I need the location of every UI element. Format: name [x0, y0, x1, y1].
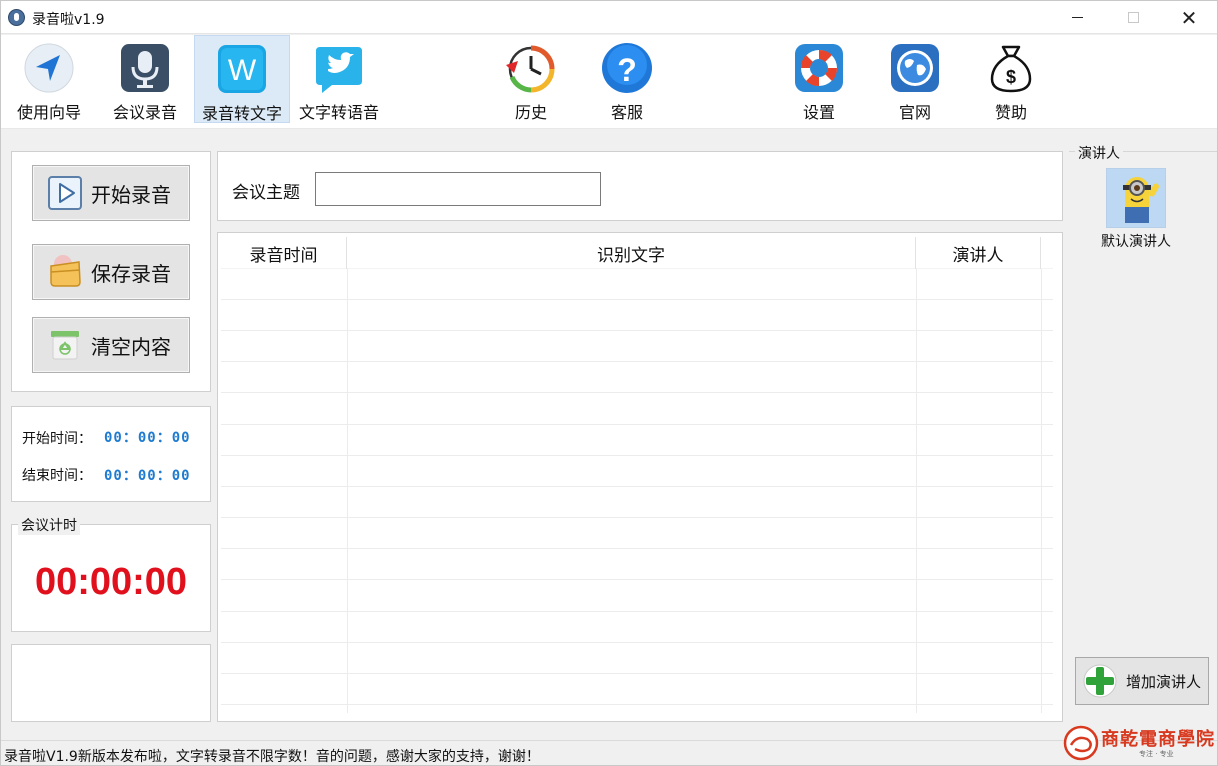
- svg-text:?: ?: [617, 52, 637, 88]
- minimize-button[interactable]: [1049, 1, 1105, 34]
- row-divider: [221, 673, 1053, 674]
- toolbar-speech-to-text-label: 录音转文字: [201, 104, 282, 123]
- watermark-text: 商乾電商學院: [1101, 729, 1215, 750]
- column-header-speaker[interactable]: 演讲人: [916, 237, 1041, 269]
- folder-save-icon: [50, 255, 81, 287]
- row-divider: [221, 392, 1053, 393]
- minion-avatar-icon: [1107, 169, 1165, 227]
- toolbar-support-label: 客服: [610, 103, 643, 122]
- row-divider: [221, 704, 1053, 705]
- title-bar: 录音啦v1.9 ✕: [1, 1, 1217, 34]
- row-divider: [221, 455, 1053, 456]
- navigation-arrow-icon: [24, 43, 74, 93]
- row-divider: [221, 517, 1053, 518]
- close-icon: ✕: [1180, 5, 1198, 30]
- row-divider: [221, 611, 1053, 612]
- main-toolbar: 使用向导 会议录音 W 录音转文字 文字转语音 历史 ? 客服 设置 官网 $ …: [1, 35, 1217, 129]
- bird-icon: [316, 47, 362, 93]
- add-speaker-button[interactable]: 增加演讲人: [1075, 657, 1209, 705]
- watermark-subtext: 专注 · 专业: [1139, 750, 1174, 758]
- microphone-icon: [121, 44, 169, 92]
- word-w-icon: W: [218, 45, 266, 93]
- toolbar-history-label: 历史: [514, 103, 547, 122]
- row-divider: [221, 424, 1053, 425]
- start-recording-button[interactable]: 开始录音: [32, 165, 190, 221]
- save-recording-label: 保存录音: [91, 261, 171, 286]
- toolbar-settings-button[interactable]: 设置: [771, 35, 867, 123]
- start-recording-label: 开始录音: [91, 182, 171, 207]
- meeting-timer-value: 00:00:00: [34, 561, 188, 603]
- row-divider: [221, 361, 1053, 362]
- start-time-label: 开始时间：: [22, 431, 92, 447]
- row-divider: [221, 642, 1053, 643]
- watermark-logo: 商乾電商學院 专注 · 专业: [1063, 723, 1217, 763]
- default-speaker-name: 默认演讲人: [1101, 234, 1171, 250]
- add-plus-icon: [1083, 664, 1117, 698]
- svg-text:$: $: [1006, 67, 1016, 87]
- column-divider: [916, 269, 917, 713]
- toolbar-text-to-speech-label: 文字转语音: [298, 103, 379, 122]
- svg-text:W: W: [228, 54, 257, 87]
- add-speaker-label: 增加演讲人: [1126, 672, 1202, 691]
- toolbar-sponsor-label: 赞助: [994, 103, 1027, 122]
- toolbar-sponsor-button[interactable]: $ 赞助: [963, 35, 1059, 123]
- globe-icon: [891, 44, 939, 92]
- meeting-timer-panel: 00:00:00: [11, 524, 211, 632]
- end-time-value: 00：00：00: [104, 468, 191, 484]
- toolbar-support-button[interactable]: ? 客服: [579, 35, 675, 123]
- recycle-bin-icon: [51, 331, 79, 360]
- money-bag-icon: $: [990, 45, 1032, 93]
- row-divider: [221, 299, 1053, 300]
- column-header-record-time[interactable]: 录音时间: [221, 237, 347, 269]
- meeting-topic-input[interactable]: [315, 172, 601, 206]
- toolbar-website-button[interactable]: 官网: [867, 35, 963, 123]
- status-bar: 录音啦V1.9新版本发布啦，文字转录音不限字数！音的问题，感谢大家的支持，谢谢！: [1, 740, 1217, 765]
- row-divider: [221, 579, 1053, 580]
- minimize-icon: [1071, 17, 1083, 18]
- watermark-emblem-icon: [1063, 725, 1099, 761]
- speakers-group-label: 演讲人: [1075, 143, 1123, 163]
- time-info-panel: 开始时间： 00：00：00 结束时间： 00：00：00: [11, 406, 211, 502]
- meeting-topic-panel: 会议主题: [217, 151, 1063, 221]
- column-header-recognized-text[interactable]: 识别文字: [347, 237, 916, 269]
- blank-info-panel: [11, 644, 211, 722]
- transcript-table[interactable]: 录音时间 识别文字 演讲人: [221, 237, 1053, 713]
- row-divider: [221, 330, 1053, 331]
- row-divider: [221, 548, 1053, 549]
- meeting-topic-label: 会议主题: [232, 183, 300, 203]
- window-title: 录音啦v1.9: [32, 12, 105, 28]
- status-message: 录音啦V1.9新版本发布啦，文字转录音不限字数！音的问题，感谢大家的支持，谢谢！: [4, 749, 540, 765]
- clear-content-label: 清空内容: [91, 334, 171, 359]
- toolbar-meeting-record-button[interactable]: 会议录音: [97, 35, 193, 123]
- toolbar-history-button[interactable]: 历史: [483, 35, 579, 123]
- history-clock-icon: [506, 45, 555, 93]
- transcript-table-header: 录音时间 识别文字 演讲人: [221, 237, 1053, 269]
- end-time-label: 结束时间：: [22, 468, 92, 484]
- app-microphone-icon: [8, 9, 25, 26]
- lifebuoy-icon: [795, 44, 843, 92]
- meeting-timer-group-label: 会议计时: [18, 515, 80, 535]
- maximize-button[interactable]: [1105, 1, 1161, 34]
- clear-content-button[interactable]: 清空内容: [32, 317, 190, 373]
- close-button[interactable]: ✕: [1161, 1, 1217, 34]
- toolbar-speech-to-text-tab[interactable]: W 录音转文字: [194, 35, 290, 123]
- record-controls-panel: 开始录音 保存录音 清空内容: [11, 151, 211, 392]
- save-recording-button[interactable]: 保存录音: [32, 244, 190, 300]
- row-divider: [221, 486, 1053, 487]
- toolbar-text-to-speech-button[interactable]: 文字转语音: [291, 35, 387, 123]
- toolbar-guide-label: 使用向导: [16, 103, 81, 122]
- start-time-value: 00：00：00: [104, 430, 191, 446]
- default-speaker-avatar[interactable]: [1106, 168, 1166, 228]
- help-question-icon: ?: [602, 43, 652, 93]
- toolbar-guide-button[interactable]: 使用向导: [1, 35, 97, 123]
- column-divider: [347, 269, 348, 713]
- maximize-icon: [1127, 12, 1139, 23]
- toolbar-meeting-record-label: 会议录音: [112, 103, 177, 122]
- toolbar-settings-label: 设置: [802, 103, 835, 122]
- column-divider: [1041, 269, 1042, 713]
- play-icon: [48, 176, 82, 210]
- app-window: 录音啦v1.9 ✕ 使用向导 会议录音 W 录音转文字 文字转语音 历史 ? 客…: [0, 0, 1218, 766]
- toolbar-website-label: 官网: [898, 103, 931, 122]
